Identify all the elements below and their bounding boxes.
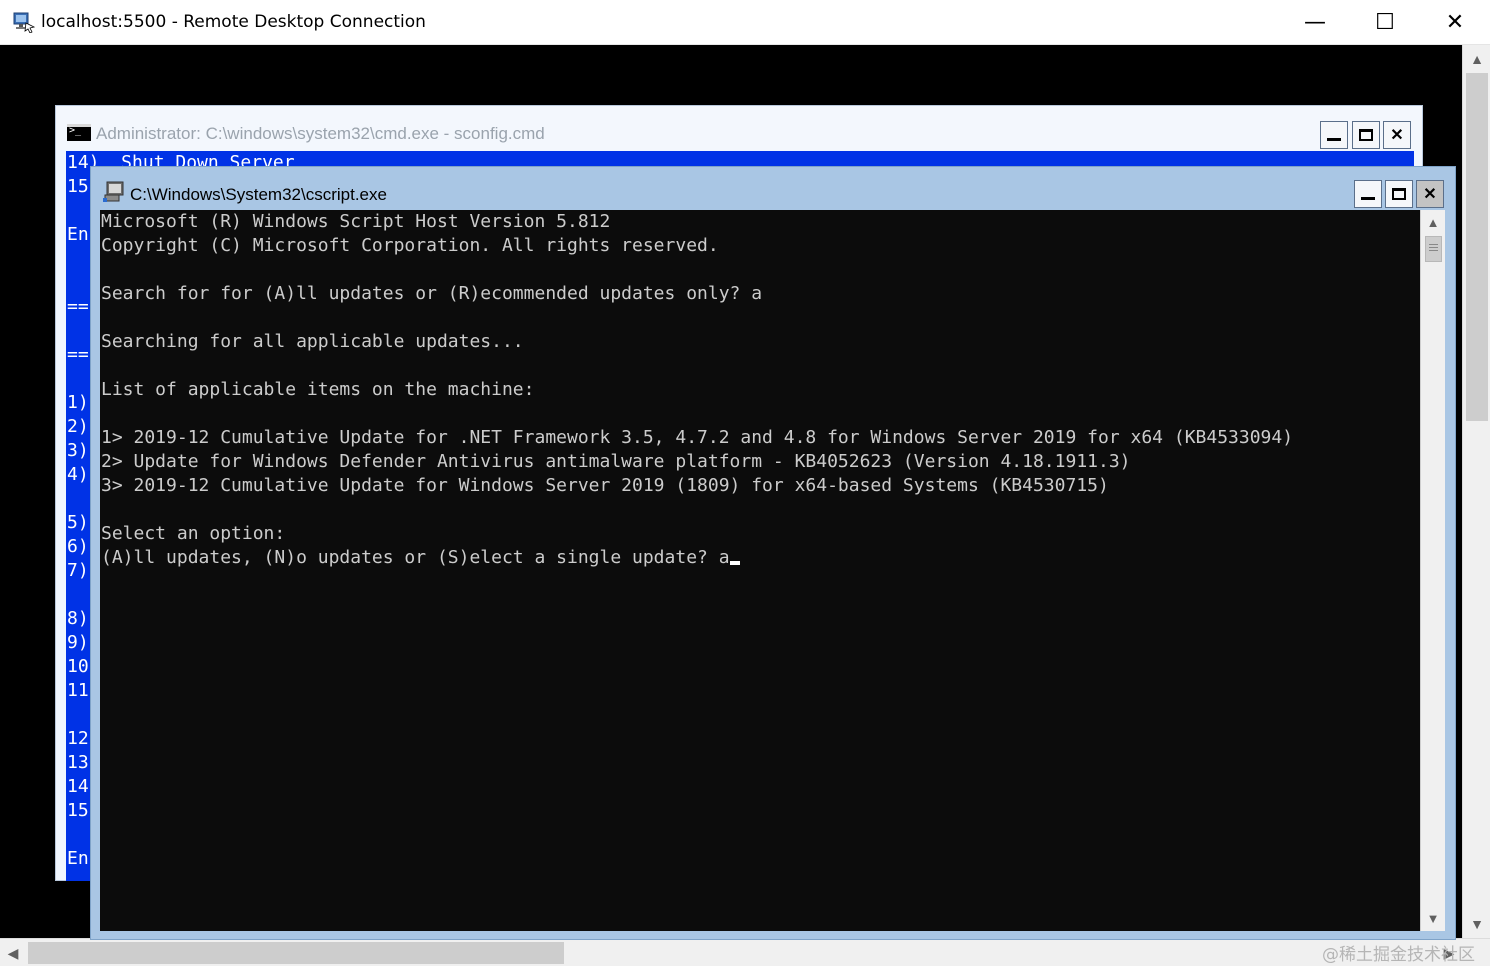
horizontal-scrollbar[interactable]: ◀ ▶ bbox=[0, 938, 1490, 966]
console-line: Copyright (C) Microsoft Corporation. All… bbox=[101, 235, 719, 256]
console-line: Search for for (A)ll updates or (R)ecomm… bbox=[101, 283, 763, 304]
cmd-window-title: Administrator: C:\windows\system32\cmd.e… bbox=[96, 124, 545, 143]
console-line: 14 bbox=[67, 776, 89, 797]
minimize-button[interactable]: — bbox=[1280, 0, 1350, 45]
rdp-titlebar: localhost:5500 - Remote Desktop Connecti… bbox=[0, 0, 1490, 45]
maximize-icon bbox=[1359, 129, 1373, 141]
console-line: 1) bbox=[67, 392, 89, 413]
cmd-close-button[interactable]: ✕ bbox=[1383, 121, 1411, 149]
scroll-up-arrow-icon[interactable]: ▲ bbox=[1421, 210, 1445, 234]
console-line: == bbox=[67, 344, 89, 365]
console-line: 3) bbox=[67, 440, 89, 461]
console-line: 5) bbox=[67, 512, 89, 533]
cscript-minimize-button[interactable] bbox=[1354, 180, 1382, 208]
cscript-titlebar: C:\Windows\System32\cscript.exe ✕ bbox=[91, 167, 1455, 210]
maximize-icon: ☐ bbox=[1375, 10, 1395, 35]
console-line: En bbox=[67, 224, 89, 245]
remote-desktop-icon bbox=[13, 12, 36, 33]
console-line: En bbox=[67, 848, 89, 869]
script-host-icon bbox=[103, 181, 124, 202]
scroll-down-arrow-icon[interactable]: ▼ bbox=[1421, 906, 1445, 930]
console-line: 13 bbox=[67, 752, 89, 773]
console-line: 12 bbox=[67, 728, 89, 749]
console-line: 8) bbox=[67, 608, 89, 629]
console-line: Searching for all applicable updates... bbox=[101, 331, 524, 352]
close-icon: ✕ bbox=[1445, 10, 1465, 35]
scroll-down-arrow-icon[interactable]: ▼ bbox=[1463, 910, 1490, 938]
window-title: localhost:5500 - Remote Desktop Connecti… bbox=[41, 12, 426, 32]
close-icon: ✕ bbox=[1423, 186, 1437, 203]
console-line: 7) bbox=[67, 560, 89, 581]
cmd-minimize-button[interactable] bbox=[1320, 121, 1348, 149]
watermark: @稀土掘金技术社区 bbox=[1322, 945, 1475, 965]
cscript-window[interactable]: C:\Windows\System32\cscript.exe ✕ (A)ll … bbox=[90, 166, 1456, 940]
console-icon bbox=[67, 124, 91, 141]
console-line: 15 bbox=[67, 176, 89, 197]
maximize-icon bbox=[1392, 188, 1406, 200]
prompt-text: (A)ll updates, (N)o updates or (S)elect … bbox=[101, 547, 730, 568]
console-prompt-line[interactable]: (A)ll updates, (N)o updates or (S)elect … bbox=[101, 546, 740, 570]
cmd-maximize-button[interactable] bbox=[1352, 121, 1380, 149]
console-line: 1> 2019-12 Cumulative Update for .NET Fr… bbox=[101, 427, 1294, 448]
minimize-icon: — bbox=[1304, 10, 1326, 35]
scroll-up-arrow-icon[interactable]: ▲ bbox=[1463, 45, 1490, 73]
scroll-left-arrow-icon[interactable]: ◀ bbox=[0, 939, 26, 966]
console-line: 15 bbox=[67, 800, 89, 821]
cscript-window-title: C:\Windows\System32\cscript.exe bbox=[130, 185, 387, 204]
console-line: 10 bbox=[67, 656, 89, 677]
text-cursor bbox=[729, 561, 740, 565]
cscript-vertical-scrollbar[interactable]: ▲ ▼ bbox=[1420, 210, 1445, 931]
vertical-scroll-thumb[interactable] bbox=[1466, 73, 1488, 421]
cmd-titlebar: Administrator: C:\windows\system32\cmd.e… bbox=[56, 106, 1422, 150]
horizontal-scroll-thumb[interactable] bbox=[28, 942, 564, 964]
console-line: 2> Update for Windows Defender Antivirus… bbox=[101, 451, 1131, 472]
vertical-scrollbar[interactable]: ▲ ▼ bbox=[1462, 45, 1490, 938]
cscript-close-button[interactable]: ✕ bbox=[1416, 180, 1444, 208]
console-line: == bbox=[67, 296, 89, 317]
close-icon: ✕ bbox=[1390, 127, 1404, 144]
minimize-icon bbox=[1327, 137, 1341, 141]
console-line: 4) bbox=[67, 464, 89, 485]
cscript-console[interactable]: (A)ll updates, (N)o updates or (S)elect … bbox=[100, 210, 1420, 931]
minimize-icon bbox=[1361, 196, 1375, 200]
console-line: Select an option: bbox=[101, 523, 286, 544]
console-line: 3> 2019-12 Cumulative Update for Windows… bbox=[101, 475, 1109, 496]
console-line: 2) bbox=[67, 416, 89, 437]
cscript-scroll-thumb[interactable] bbox=[1425, 236, 1442, 262]
console-line: Microsoft (R) Windows Script Host Versio… bbox=[101, 211, 611, 232]
console-line: 6) bbox=[67, 536, 89, 557]
console-line: 9) bbox=[67, 632, 89, 653]
maximize-button[interactable]: ☐ bbox=[1350, 0, 1420, 45]
close-button[interactable]: ✕ bbox=[1420, 0, 1490, 45]
cscript-maximize-button[interactable] bbox=[1385, 180, 1413, 208]
console-line: List of applicable items on the machine: bbox=[101, 379, 535, 400]
console-line: 11 bbox=[67, 680, 89, 701]
